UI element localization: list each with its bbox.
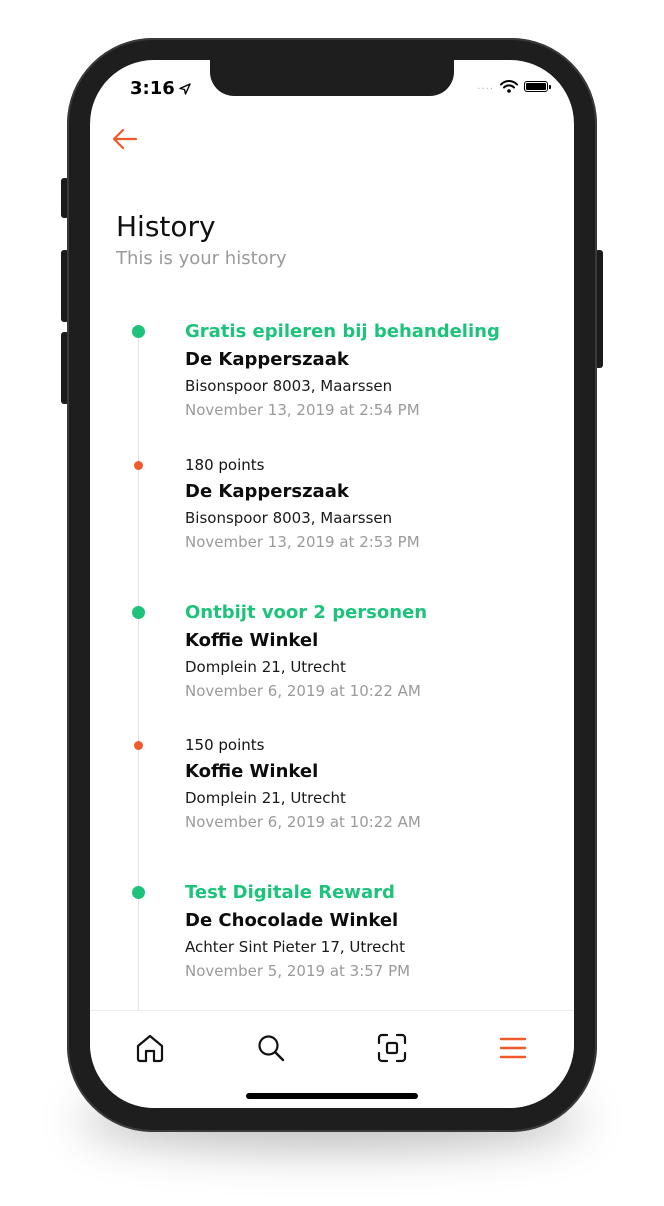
history-datetime: November 5, 2019 at 3:57 PM <box>185 962 411 980</box>
shop-address: Bisonspoor 8003, Maarssen <box>185 509 393 527</box>
reward-title: Gratis epileren bij behandeling <box>185 321 500 342</box>
signal-dots: .... <box>477 81 494 92</box>
shop-address: Achter Sint Pieter 17, Utrecht <box>185 938 405 956</box>
page-title: History <box>116 210 216 243</box>
menu-icon <box>499 1037 527 1059</box>
arrow-left-icon <box>112 128 138 150</box>
wifi-icon <box>500 80 518 93</box>
status-bar-time: 3:16 <box>130 78 191 99</box>
search-icon <box>258 1035 285 1062</box>
reward-title: Test Digitale Reward <box>185 882 395 903</box>
history-datetime: November 13, 2019 at 2:54 PM <box>185 401 420 419</box>
history-item-text: Gratis epileren bij behandeling De Kappe… <box>185 320 565 421</box>
location-arrow-icon <box>179 82 191 95</box>
back-button[interactable] <box>110 124 140 154</box>
timeline-line <box>138 332 139 1072</box>
history-datetime: November 6, 2019 at 10:22 AM <box>185 682 421 700</box>
shop-name: De Kapperszaak <box>185 349 349 370</box>
tab-menu[interactable] <box>496 1031 530 1065</box>
history-datetime: November 13, 2019 at 2:53 PM <box>185 533 420 551</box>
points-earned: 180 points <box>185 456 265 474</box>
app-screen: 3:16 .... History This is your history G… <box>90 60 574 1108</box>
tab-search[interactable] <box>254 1031 288 1065</box>
notch <box>210 60 454 96</box>
reward-dot-icon <box>132 606 145 619</box>
tab-home[interactable] <box>133 1031 167 1065</box>
shop-address: Domplein 21, Utrecht <box>185 658 346 676</box>
status-bar-indicators: .... <box>477 80 551 93</box>
tab-scan[interactable] <box>375 1031 409 1065</box>
home-indicator[interactable] <box>246 1093 418 1099</box>
device-frame: 3:16 .... History This is your history G… <box>0 0 664 1206</box>
history-item-text: Test Digitale Reward De Chocolade Winkel… <box>185 881 565 982</box>
points-earned: 150 points <box>185 736 265 754</box>
reward-title: Ontbijt voor 2 personen <box>185 602 428 623</box>
scan-icon <box>377 1033 407 1063</box>
history-item-text: 150 points Koffie Winkel Domplein 21, Ut… <box>185 734 565 833</box>
history-item-text: Ontbijt voor 2 personen Koffie Winkel Do… <box>185 601 565 702</box>
history-datetime: November 6, 2019 at 10:22 AM <box>185 813 421 831</box>
points-dot-icon <box>134 741 143 750</box>
shop-name: Koffie Winkel <box>185 630 319 651</box>
shop-name: De Chocolade Winkel <box>185 910 399 931</box>
status-time-label: 3:16 <box>130 78 175 99</box>
points-dot-icon <box>134 461 143 470</box>
page-subtitle: This is your history <box>116 248 287 269</box>
shop-address: Domplein 21, Utrecht <box>185 789 346 807</box>
battery-icon <box>524 81 551 92</box>
shop-name: De Kapperszaak <box>185 481 349 502</box>
shop-name: Koffie Winkel <box>185 761 319 782</box>
history-item-text: 180 points De Kapperszaak Bisonspoor 800… <box>185 454 565 553</box>
shop-address: Bisonspoor 8003, Maarssen <box>185 377 393 395</box>
reward-dot-icon <box>132 886 145 899</box>
home-icon <box>136 1034 164 1063</box>
reward-dot-icon <box>132 325 145 338</box>
